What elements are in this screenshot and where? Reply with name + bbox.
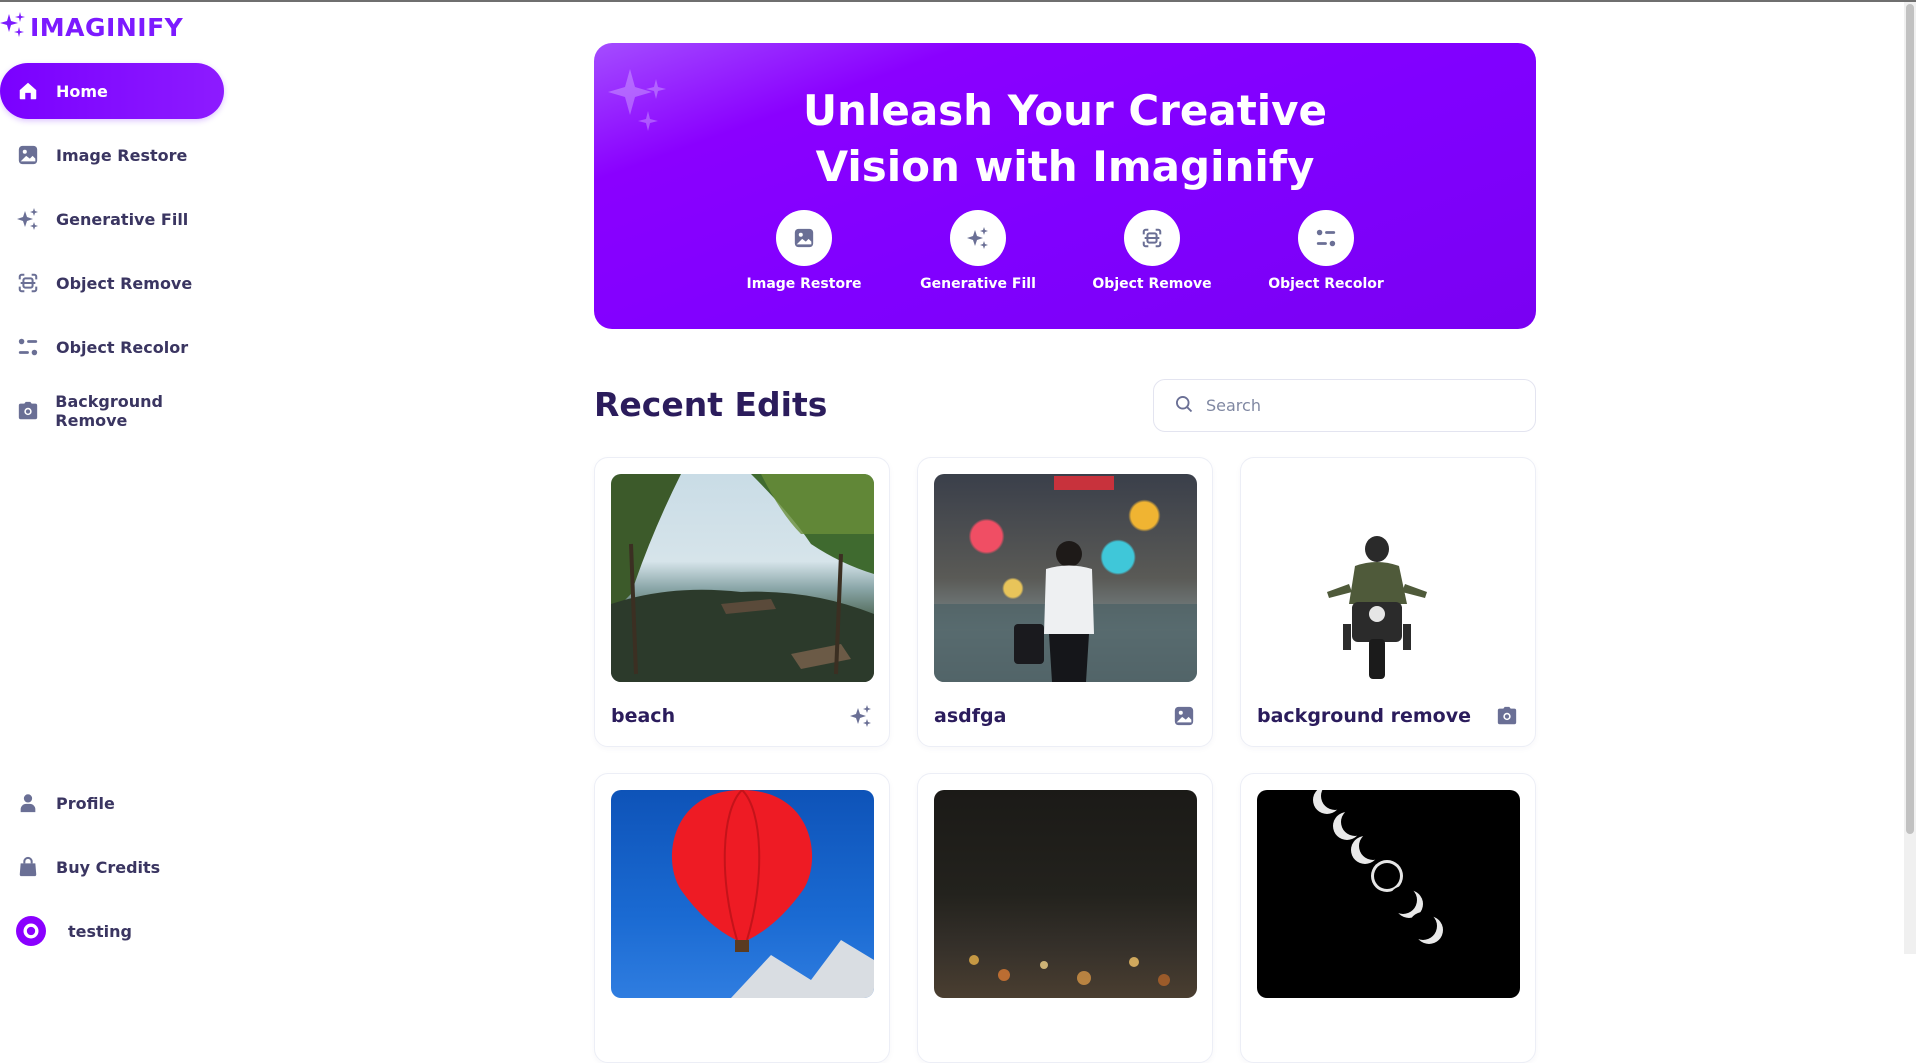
search-icon (1174, 394, 1194, 418)
sidebar-nav: Home Image Restore Generative Fill Objec… (0, 63, 235, 447)
banner-action-image-restore[interactable]: Image Restore (717, 210, 891, 292)
sidebar-item-label: Buy Credits (56, 857, 161, 877)
card-meta: beach (611, 704, 873, 728)
user-menu[interactable]: testing (0, 903, 235, 959)
search-input[interactable] (1206, 396, 1526, 415)
sidebar-item-profile[interactable]: Profile (0, 775, 235, 831)
banner-title-line-2: Vision with Imaginify (815, 142, 1315, 191)
banner-action-label: Image Restore (746, 276, 862, 292)
sidebar-item-label: Object Recolor (56, 337, 189, 357)
sparkles-icon (950, 210, 1006, 266)
window-top-border (0, 0, 1916, 2)
image-thumbnail (611, 474, 874, 682)
sidebar-item-label: Home (56, 81, 108, 101)
image-thumbnail (1257, 790, 1520, 998)
image-thumbnail (934, 474, 1197, 682)
user-name: testing (68, 921, 132, 941)
card-title: background remove (1257, 705, 1471, 727)
banner-action-generative-fill[interactable]: Generative Fill (891, 210, 1065, 292)
image-thumbnail (934, 790, 1197, 998)
scan-icon (1124, 210, 1180, 266)
card-meta: asdfga (934, 704, 1196, 728)
image-card[interactable]: beach (594, 457, 890, 747)
banner-action-object-remove[interactable]: Object Remove (1065, 210, 1239, 292)
home-icon (16, 79, 40, 103)
search-box[interactable] (1153, 379, 1536, 432)
image-card[interactable] (917, 773, 1213, 1063)
banner-title: Unleash Your Creative Vision with Imagin… (594, 83, 1536, 195)
sparkles-icon (849, 704, 873, 728)
image-icon (16, 143, 40, 167)
sidebar-item-image-restore[interactable]: Image Restore (0, 127, 235, 183)
filter-icon (16, 335, 40, 359)
sidebar-item-label: Generative Fill (56, 209, 189, 229)
sidebar-item-generative-fill[interactable]: Generative Fill (0, 191, 235, 247)
sidebar-item-buy-credits[interactable]: Buy Credits (0, 839, 235, 895)
card-meta: background remove (1257, 704, 1519, 728)
image-card[interactable] (1240, 773, 1536, 1063)
page-scrollbar[interactable] (1904, 2, 1916, 954)
logo-text: IMAGINIFY (30, 12, 184, 42)
sidebar-item-label: Background Remove (55, 392, 163, 430)
image-icon (1172, 704, 1196, 728)
sidebar-item-label: Image Restore (56, 145, 188, 165)
scrollbar-thumb[interactable] (1906, 4, 1914, 834)
banner-actions: Image Restore Generative Fill Object Rem… (594, 210, 1536, 292)
image-thumbnail (611, 790, 874, 998)
camera-icon (1495, 704, 1519, 728)
bag-icon (16, 855, 40, 879)
sidebar-item-object-recolor[interactable]: Object Recolor (0, 319, 235, 375)
logo[interactable]: IMAGINIFY (0, 12, 183, 42)
banner-title-line-1: Unleash Your Creative (802, 86, 1328, 135)
image-card[interactable] (594, 773, 890, 1063)
card-title: beach (611, 705, 676, 727)
hero-banner: Unleash Your Creative Vision with Imagin… (594, 43, 1536, 329)
banner-action-label: Object Remove (1092, 276, 1212, 292)
filter-icon (1298, 210, 1354, 266)
sidebar-item-object-remove[interactable]: Object Remove (0, 255, 235, 311)
sidebar: IMAGINIFY Home Image Restore Generative … (0, 2, 235, 954)
recent-edits-title: Recent Edits (594, 385, 828, 424)
user-icon (16, 791, 40, 815)
sparkles-icon (16, 207, 40, 231)
logo-sparkles-icon (0, 12, 26, 42)
avatar[interactable] (16, 916, 46, 946)
image-thumbnail (1257, 474, 1520, 682)
sidebar-item-home[interactable]: Home (0, 63, 224, 119)
banner-action-object-recolor[interactable]: Object Recolor (1239, 210, 1413, 292)
banner-action-label: Generative Fill (920, 276, 1036, 292)
sidebar-bottom: Profile Buy Credits testing (0, 775, 235, 959)
camera-icon (16, 399, 39, 423)
image-card[interactable]: background remove (1240, 457, 1536, 747)
sidebar-item-label: Object Remove (56, 273, 193, 293)
sidebar-item-label: Profile (56, 793, 115, 813)
recent-edits-grid: beach asdfga background remove (594, 457, 1536, 1063)
image-card[interactable]: asdfga (917, 457, 1213, 747)
banner-action-label: Object Recolor (1268, 276, 1384, 292)
sidebar-item-background-remove[interactable]: Background Remove (0, 383, 235, 439)
scan-icon (16, 271, 40, 295)
card-title: asdfga (934, 705, 1007, 727)
image-icon (776, 210, 832, 266)
